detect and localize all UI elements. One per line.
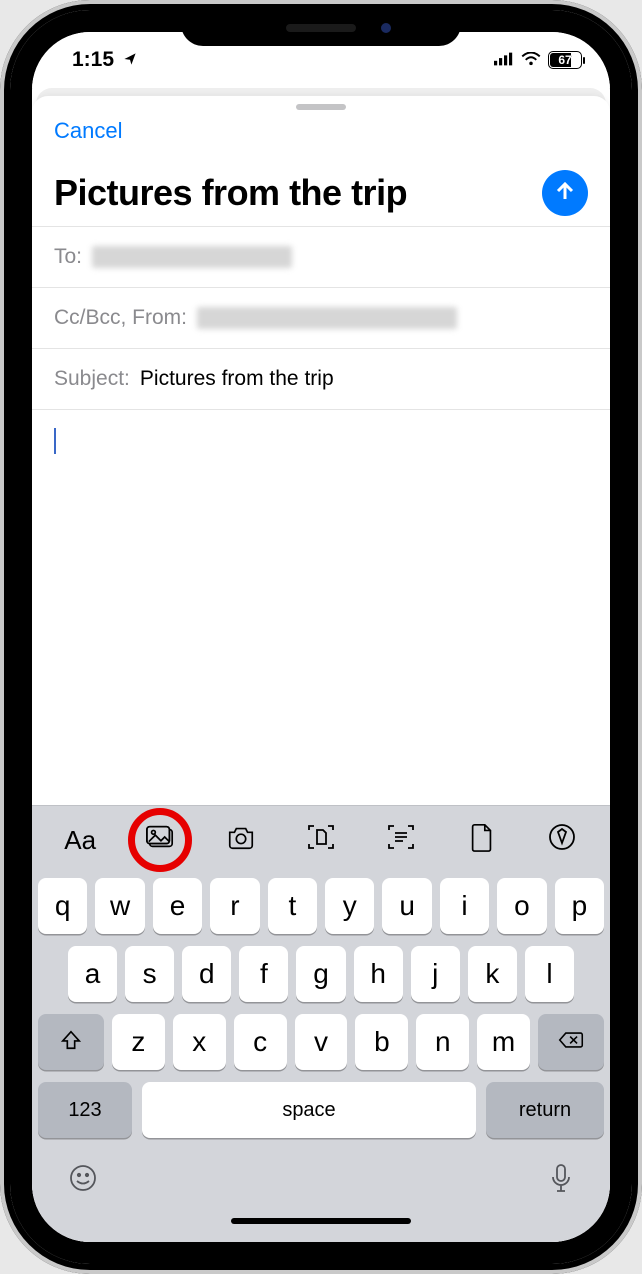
from-value-redacted <box>197 307 457 329</box>
emoji-key[interactable] <box>68 1163 98 1201</box>
key-m[interactable]: m <box>477 1014 530 1070</box>
return-key[interactable]: return <box>486 1082 604 1138</box>
scan-text-button[interactable] <box>361 818 441 862</box>
message-body[interactable] <box>32 409 610 805</box>
key-f[interactable]: f <box>239 946 288 1002</box>
to-value-redacted <box>92 246 292 268</box>
document-icon <box>467 822 497 858</box>
location-icon <box>120 48 140 72</box>
scan-document-button[interactable] <box>281 818 361 862</box>
key-z[interactable]: z <box>112 1014 165 1070</box>
key-e[interactable]: e <box>153 878 202 934</box>
key-w[interactable]: w <box>95 878 144 934</box>
iphone-device-frame: 1:15 67 <box>0 0 642 1274</box>
key-k[interactable]: k <box>468 946 517 1002</box>
cc-label: Cc/Bcc, From: <box>54 306 187 330</box>
key-x[interactable]: x <box>173 1014 226 1070</box>
cancel-button[interactable]: Cancel <box>54 118 122 144</box>
key-c[interactable]: c <box>234 1014 287 1070</box>
battery-indicator: 67 <box>548 51 582 69</box>
key-g[interactable]: g <box>296 946 345 1002</box>
key-b[interactable]: b <box>355 1014 408 1070</box>
backspace-icon <box>558 1026 584 1058</box>
key-v[interactable]: v <box>295 1014 348 1070</box>
numbers-key[interactable]: 123 <box>38 1082 132 1138</box>
device-notch <box>181 10 461 46</box>
key-i[interactable]: i <box>440 878 489 934</box>
key-t[interactable]: t <box>268 878 317 934</box>
key-q[interactable]: q <box>38 878 87 934</box>
compose-title: Pictures from the trip <box>54 172 528 214</box>
status-time: 1:15 <box>72 48 114 72</box>
to-label: To: <box>54 245 82 269</box>
scan-document-icon <box>306 822 336 858</box>
insert-photo-button[interactable] <box>120 818 200 862</box>
scan-text-icon <box>386 822 416 858</box>
shift-key[interactable] <box>38 1014 104 1070</box>
key-y[interactable]: y <box>325 878 374 934</box>
subject-field[interactable]: Subject: Pictures from the trip <box>32 348 610 409</box>
attach-file-button[interactable] <box>441 818 521 862</box>
keyboard-accessory-bar: Aa <box>32 805 610 872</box>
emoji-icon <box>68 1167 98 1200</box>
to-field[interactable]: To: <box>32 226 610 287</box>
arrow-up-icon <box>553 179 577 208</box>
key-d[interactable]: d <box>182 946 231 1002</box>
key-s[interactable]: s <box>125 946 174 1002</box>
compose-sheet: Cancel Pictures from the trip To: Cc/Bc <box>32 96 610 1242</box>
backspace-key[interactable] <box>538 1014 604 1070</box>
markup-button[interactable] <box>522 818 602 862</box>
space-key[interactable]: space <box>142 1082 476 1138</box>
key-u[interactable]: u <box>382 878 431 934</box>
take-photo-button[interactable] <box>201 818 281 862</box>
shift-icon <box>60 1026 82 1058</box>
text-cursor <box>54 428 56 454</box>
home-indicator[interactable] <box>231 1218 411 1224</box>
key-o[interactable]: o <box>497 878 546 934</box>
key-j[interactable]: j <box>411 946 460 1002</box>
keyboard: qwertyuiop asdfghjkl zxcvbnm <box>32 872 610 1242</box>
wifi-icon <box>521 48 541 72</box>
key-l[interactable]: l <box>525 946 574 1002</box>
key-h[interactable]: h <box>354 946 403 1002</box>
key-a[interactable]: a <box>68 946 117 1002</box>
format-text-button[interactable]: Aa <box>40 818 120 862</box>
photo-icon <box>145 822 175 858</box>
key-n[interactable]: n <box>416 1014 469 1070</box>
markup-icon <box>547 822 577 858</box>
key-r[interactable]: r <box>210 878 259 934</box>
camera-icon <box>226 822 256 858</box>
send-button[interactable] <box>542 170 588 216</box>
dictation-key[interactable] <box>548 1162 574 1202</box>
microphone-icon <box>548 1168 574 1201</box>
cc-bcc-from-field[interactable]: Cc/Bcc, From: <box>32 287 610 348</box>
subject-label: Subject: <box>54 367 130 391</box>
cell-signal-icon <box>494 48 514 72</box>
key-p[interactable]: p <box>555 878 604 934</box>
subject-value: Pictures from the trip <box>140 367 334 391</box>
